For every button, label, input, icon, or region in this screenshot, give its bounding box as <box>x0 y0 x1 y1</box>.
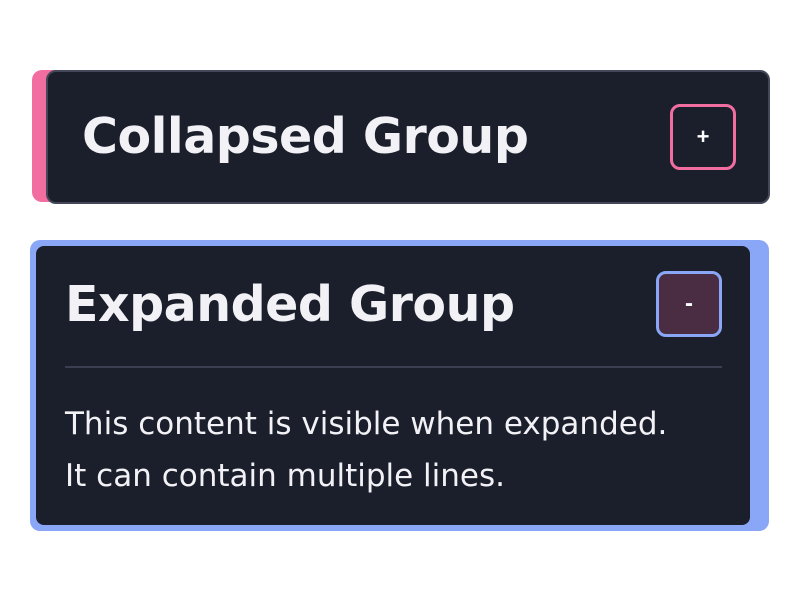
expand-button[interactable]: + <box>670 104 736 170</box>
page: Collapsed Group + Expanded Group - This … <box>0 0 800 600</box>
expanded-group-title: Expanded Group <box>65 275 515 333</box>
expanded-group: Expanded Group - This content is visible… <box>30 240 769 531</box>
expanded-group-content: This content is visible when expanded. I… <box>65 368 722 502</box>
collapsed-group-title: Collapsed Group <box>82 107 529 165</box>
expanded-group-panel: Expanded Group - This content is visible… <box>36 246 750 525</box>
collapsed-group: Collapsed Group + <box>32 70 770 204</box>
collapse-button[interactable]: - <box>656 271 722 337</box>
content-line-1: This content is visible when expanded. <box>65 406 668 442</box>
content-line-2: It can contain multiple lines. <box>65 458 506 494</box>
collapsed-group-header[interactable]: Collapsed Group + <box>46 70 770 204</box>
expanded-group-header[interactable]: Expanded Group - <box>65 246 722 368</box>
